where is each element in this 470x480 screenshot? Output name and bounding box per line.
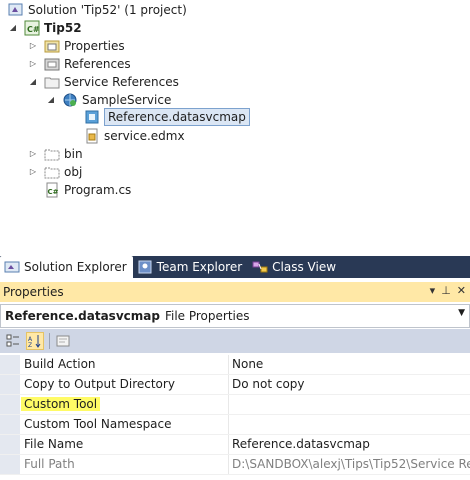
tree-item-obj[interactable]: ▷ obj [28, 163, 82, 181]
edmx-file-icon [84, 128, 100, 144]
tab-label: Class View [272, 260, 337, 274]
property-value[interactable] [228, 395, 470, 414]
property-row-file-name[interactable]: File Name Reference.datasvcmap [0, 435, 470, 455]
row-gutter [0, 455, 20, 474]
csharp-file-icon: C# [44, 182, 60, 198]
team-explorer-icon [137, 259, 153, 275]
property-row-custom-tool-namespace[interactable]: Custom Tool Namespace [0, 415, 470, 435]
tree-item-solution[interactable]: Solution 'Tip52' (1 project) [8, 1, 187, 19]
tree-item-sample-service[interactable]: ◢ SampleService [46, 91, 171, 109]
property-value[interactable]: Reference.datasvcmap [228, 435, 470, 454]
tab-label: Team Explorer [156, 260, 243, 274]
tree-item-label: obj [64, 165, 83, 179]
tree-item-label: References [64, 57, 131, 71]
property-name: Custom Tool Namespace [24, 417, 172, 431]
properties-title-bar: Properties ▾ ⊥ ✕ [0, 282, 470, 302]
tool-window-tabs: Solution Explorer Team Explorer Class Vi… [0, 256, 470, 278]
row-gutter [0, 435, 20, 454]
folder-icon [44, 164, 60, 180]
row-gutter [0, 415, 20, 434]
tab-label: Solution Explorer [24, 260, 127, 274]
tab-team-explorer[interactable]: Team Explorer [133, 256, 249, 278]
svg-text:C#: C# [27, 25, 40, 34]
collapsed-arrow-icon[interactable]: ▷ [28, 41, 38, 51]
highlighted-property-name: Custom Tool [21, 397, 101, 411]
tree-item-service-references[interactable]: ◢ Service References [28, 73, 179, 91]
window-buttons: ▾ ⊥ ✕ [430, 284, 466, 297]
csharp-project-icon: C# [24, 20, 40, 36]
property-pages-icon[interactable] [54, 332, 72, 350]
tree-item-label: SampleService [82, 93, 172, 107]
collapsed-arrow-icon[interactable]: ▷ [28, 167, 38, 177]
tree-item-references[interactable]: ▷ References [28, 55, 131, 73]
property-value: D:\SANDBOX\alexj\Tips\Tip52\Service Refe… [228, 455, 470, 474]
tree-item-bin[interactable]: ▷ bin [28, 145, 83, 163]
svg-text:C#: C# [48, 188, 59, 196]
property-name: Copy to Output Directory [24, 377, 175, 391]
row-gutter [0, 355, 20, 374]
object-kind: File Properties [164, 309, 250, 323]
property-value[interactable] [228, 415, 470, 434]
tree-item-label: Program.cs [64, 183, 132, 197]
toolbar-separator [49, 333, 50, 349]
tree-item-project[interactable]: ◢ C# Tip52 [8, 19, 82, 37]
collapsed-arrow-icon[interactable]: ▷ [28, 59, 38, 69]
expanded-arrow-icon[interactable]: ◢ [28, 77, 38, 87]
collapsed-arrow-icon[interactable]: ▷ [28, 149, 38, 159]
close-icon[interactable]: ✕ [457, 284, 466, 297]
object-name: Reference.datasvcmap [5, 309, 160, 323]
tree-item-service-edmx[interactable]: service.edmx [84, 127, 185, 145]
expanded-arrow-icon[interactable]: ◢ [46, 95, 56, 105]
alphabetical-icon[interactable]: AZ [26, 332, 44, 350]
folder-icon [44, 74, 60, 90]
property-name: Build Action [24, 357, 96, 371]
tree-item-label: Properties [64, 39, 125, 53]
object-selector[interactable]: Reference.datasvcmap File Properties ▼ [0, 304, 470, 328]
tree-item-label: Solution 'Tip52' (1 project) [28, 3, 187, 17]
tree-item-label: Reference.datasvcmap [104, 108, 250, 126]
service-globe-icon [62, 92, 78, 108]
property-row-full-path[interactable]: Full Path D:\SANDBOX\alexj\Tips\Tip52\Se… [0, 455, 470, 475]
property-row-custom-tool[interactable]: Custom Tool [0, 395, 470, 415]
property-name: Full Path [24, 457, 75, 471]
tab-class-view[interactable]: Class View [248, 256, 342, 278]
tab-solution-explorer[interactable]: Solution Explorer [0, 256, 133, 278]
class-view-icon [252, 259, 268, 275]
categorized-icon[interactable] [4, 332, 22, 350]
property-value[interactable]: Do not copy [228, 375, 470, 394]
window-menu-icon[interactable]: ▾ [430, 284, 436, 297]
properties-toolbar: AZ [0, 329, 470, 353]
folder-icon [44, 146, 60, 162]
svg-text:Z: Z [28, 342, 32, 348]
solution-icon [8, 2, 24, 18]
references-folder-icon [44, 56, 60, 72]
tree-item-properties[interactable]: ▷ Properties [28, 37, 125, 55]
tree-item-label: bin [64, 147, 83, 161]
property-value[interactable]: None [228, 355, 470, 374]
tree-item-program-cs[interactable]: C# Program.cs [44, 181, 131, 199]
property-name: File Name [24, 437, 84, 451]
solution-explorer-icon [4, 259, 20, 275]
tree-item-label: Service References [64, 75, 179, 89]
property-grid: Build Action None Copy to Output Directo… [0, 355, 470, 475]
tree-item-label: service.edmx [104, 129, 185, 143]
pin-icon[interactable]: ⊥ [441, 284, 451, 297]
solution-explorer-tree: Solution 'Tip52' (1 project) ◢ C# Tip52 … [0, 0, 470, 255]
property-row-build-action[interactable]: Build Action None [0, 355, 470, 375]
property-name: Custom Tool [21, 395, 224, 414]
tree-item-label: Tip52 [44, 21, 82, 35]
expanded-arrow-icon[interactable]: ◢ [8, 23, 18, 33]
tree-item-reference-datasvcmap[interactable]: Reference.datasvcmap [84, 108, 250, 126]
row-gutter [0, 395, 20, 414]
properties-folder-icon [44, 38, 60, 54]
dropdown-arrow-icon[interactable]: ▼ [458, 308, 465, 318]
property-row-copy-to-output[interactable]: Copy to Output Directory Do not copy [0, 375, 470, 395]
row-gutter [0, 375, 20, 394]
properties-title: Properties [3, 285, 64, 299]
map-file-icon [84, 109, 100, 125]
